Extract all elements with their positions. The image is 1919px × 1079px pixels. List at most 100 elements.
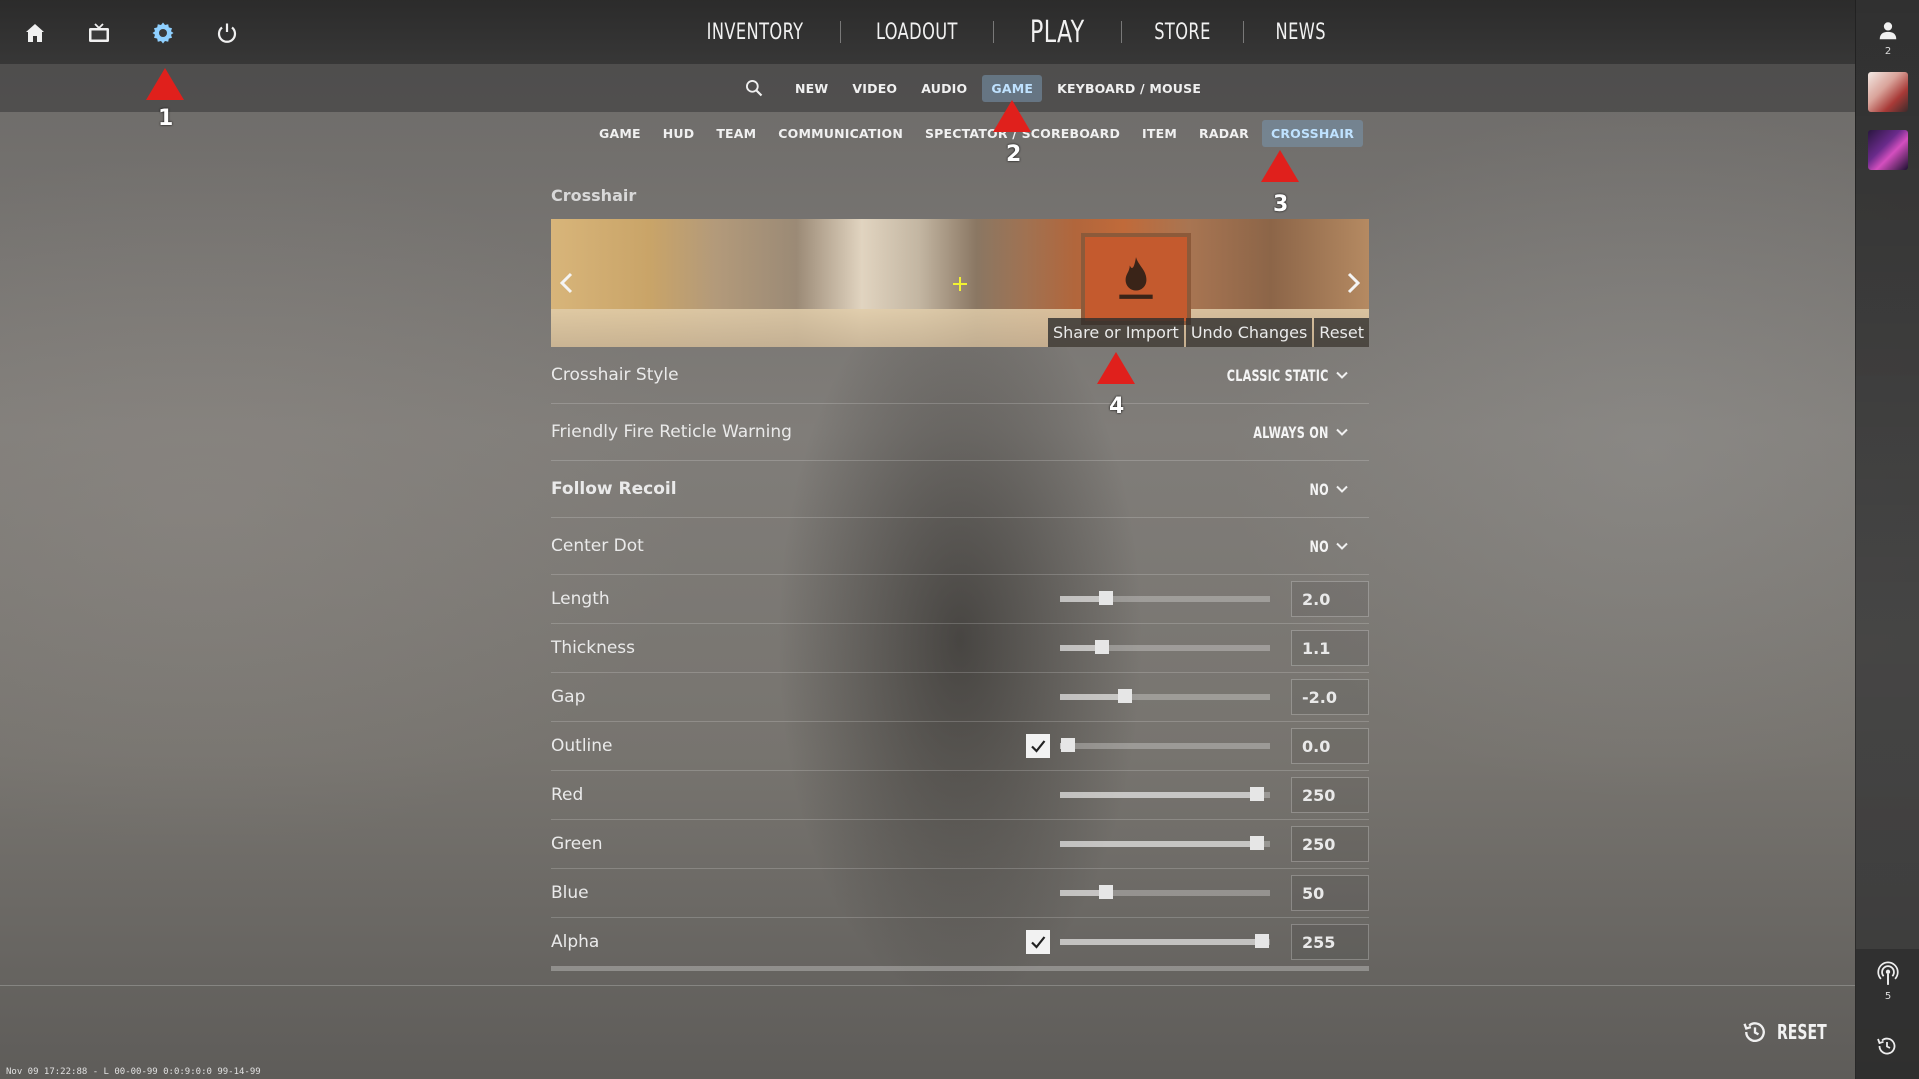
friend-avatar[interactable] bbox=[1868, 72, 1908, 112]
gap-input[interactable]: -2.0 bbox=[1291, 679, 1369, 715]
alpha-slider[interactable] bbox=[1060, 934, 1270, 948]
tab-new[interactable]: NEW bbox=[786, 75, 837, 102]
reset-button[interactable]: RESET bbox=[1741, 1018, 1841, 1046]
top-icon-group bbox=[18, 16, 244, 50]
crosshair-style-dropdown[interactable]: CLASSIC STATIC bbox=[1198, 366, 1349, 385]
length-slider[interactable] bbox=[1060, 591, 1270, 605]
setting-row-alpha: Alpha 255 bbox=[551, 918, 1369, 966]
alpha-input[interactable]: 255 bbox=[1291, 924, 1369, 960]
subtab-crosshair[interactable]: CROSSHAIR bbox=[1261, 120, 1364, 147]
home-icon[interactable] bbox=[18, 16, 52, 50]
friend-avatar[interactable] bbox=[1868, 130, 1908, 170]
friends-button[interactable]: 2 bbox=[1874, 20, 1902, 57]
annotation-marker bbox=[1097, 352, 1135, 384]
slider-fill bbox=[1060, 694, 1126, 700]
tv-icon[interactable] bbox=[82, 16, 116, 50]
settings-gear-icon[interactable] bbox=[146, 16, 180, 50]
tab-keyboard-mouse[interactable]: KEYBOARD / MOUSE bbox=[1048, 75, 1210, 102]
nav-loadout[interactable]: LOADOUT bbox=[855, 20, 980, 45]
slider-thumb[interactable] bbox=[1061, 738, 1076, 752]
friendly-fire-dropdown[interactable]: ALWAYS ON bbox=[1232, 423, 1349, 442]
prev-preview-button[interactable] bbox=[553, 265, 581, 301]
dropdown-value: NO bbox=[1309, 479, 1329, 499]
gap-slider[interactable] bbox=[1060, 689, 1270, 703]
setting-row-outline: Outline 0.0 bbox=[551, 722, 1369, 771]
length-input[interactable]: 2.0 bbox=[1291, 581, 1369, 617]
tab-game[interactable]: GAME bbox=[982, 74, 1043, 102]
nav-separator bbox=[840, 21, 842, 43]
nav-inventory[interactable]: INVENTORY bbox=[685, 20, 824, 45]
slider-fill bbox=[1060, 792, 1258, 798]
fire-icon bbox=[1119, 257, 1153, 299]
checkmark-icon bbox=[1031, 936, 1046, 949]
footer-divider bbox=[0, 985, 1855, 986]
outline-input[interactable]: 0.0 bbox=[1291, 728, 1369, 764]
thickness-slider[interactable] bbox=[1060, 640, 1270, 654]
search-icon[interactable] bbox=[740, 74, 768, 102]
setting-row-follow-recoil: Follow Recoil NO bbox=[551, 461, 1369, 518]
setting-label: Crosshair Style bbox=[551, 365, 679, 385]
annotation-marker bbox=[146, 68, 184, 100]
reset-preview-button[interactable]: Reset bbox=[1314, 318, 1369, 347]
subtab-hud[interactable]: HUD bbox=[654, 120, 704, 147]
history-icon[interactable] bbox=[1875, 1034, 1899, 1062]
nav-news[interactable]: NEWS bbox=[1254, 20, 1347, 45]
red-input[interactable]: 250 bbox=[1291, 777, 1369, 813]
slider-thumb[interactable] bbox=[1118, 689, 1133, 703]
setting-row-crosshair-style: Crosshair Style CLASSIC STATIC bbox=[551, 347, 1369, 404]
section-title: Crosshair bbox=[551, 186, 637, 205]
center-dot-dropdown[interactable]: NO bbox=[1304, 537, 1349, 556]
green-slider[interactable] bbox=[1060, 836, 1270, 850]
dropdown-value: NO bbox=[1309, 536, 1329, 556]
crosshair-settings-panel: Crosshair Share or Import Undo Changes R… bbox=[551, 186, 1369, 966]
nav-store[interactable]: STORE bbox=[1132, 20, 1231, 45]
subtab-communication[interactable]: COMMUNICATION bbox=[769, 120, 912, 147]
dropdown-value: ALWAYS ON bbox=[1253, 422, 1329, 442]
red-slider[interactable] bbox=[1060, 787, 1270, 801]
undo-changes-button[interactable]: Undo Changes bbox=[1185, 318, 1313, 347]
chevron-left-icon bbox=[559, 272, 573, 294]
setting-label: Red bbox=[551, 785, 584, 805]
slider-thumb[interactable] bbox=[1250, 787, 1265, 801]
tab-audio[interactable]: AUDIO bbox=[912, 75, 976, 102]
share-import-button[interactable]: Share or Import bbox=[1048, 318, 1184, 347]
slider-thumb[interactable] bbox=[1099, 591, 1114, 605]
setting-label: Follow Recoil bbox=[551, 479, 677, 499]
broadcast-button[interactable]: 5 bbox=[1874, 961, 1902, 1002]
crosshair-preview: Share or Import Undo Changes Reset bbox=[551, 219, 1369, 347]
subtab-team[interactable]: TEAM bbox=[707, 120, 765, 147]
alpha-checkbox[interactable] bbox=[1026, 930, 1050, 954]
blue-slider[interactable] bbox=[1060, 885, 1270, 899]
thickness-input[interactable]: 1.1 bbox=[1291, 630, 1369, 666]
nav-play[interactable]: PLAY bbox=[1005, 15, 1109, 50]
next-preview-button[interactable] bbox=[1339, 265, 1367, 301]
subtab-item[interactable]: ITEM bbox=[1133, 120, 1186, 147]
setting-label: Blue bbox=[551, 883, 589, 903]
follow-recoil-dropdown[interactable]: NO bbox=[1304, 480, 1349, 499]
power-icon[interactable] bbox=[210, 16, 244, 50]
outline-slider[interactable] bbox=[1060, 738, 1270, 752]
blue-input[interactable]: 50 bbox=[1291, 875, 1369, 911]
slider-thumb[interactable] bbox=[1099, 885, 1114, 899]
setting-row-green: Green 250 bbox=[551, 820, 1369, 869]
nav-separator bbox=[992, 21, 994, 43]
slider-thumb[interactable] bbox=[1254, 934, 1269, 948]
green-input[interactable]: 250 bbox=[1291, 826, 1369, 862]
setting-label: Thickness bbox=[551, 638, 636, 658]
preview-actions: Share or Import Undo Changes Reset bbox=[1046, 318, 1369, 347]
slider-thumb[interactable] bbox=[1250, 836, 1265, 850]
checkmark-icon bbox=[1031, 740, 1046, 753]
annotation-number: 4 bbox=[1109, 394, 1125, 419]
outline-checkbox[interactable] bbox=[1026, 734, 1050, 758]
dropdown-value: CLASSIC STATIC bbox=[1227, 365, 1329, 385]
slider-thumb[interactable] bbox=[1095, 640, 1109, 654]
build-info-text: Nov 09 17:22:88 - L 00-00-99 0:0:9:0:0 9… bbox=[6, 1067, 261, 1077]
chevron-down-icon bbox=[1336, 542, 1348, 550]
subtab-game[interactable]: GAME bbox=[590, 120, 650, 147]
history-reset-icon bbox=[1743, 1022, 1766, 1043]
friends-count: 2 bbox=[1884, 46, 1892, 57]
slider-fill bbox=[1060, 841, 1258, 847]
tab-video[interactable]: VIDEO bbox=[843, 75, 906, 102]
subtab-radar[interactable]: RADAR bbox=[1190, 120, 1258, 147]
horizontal-scrollbar[interactable] bbox=[551, 966, 1369, 971]
